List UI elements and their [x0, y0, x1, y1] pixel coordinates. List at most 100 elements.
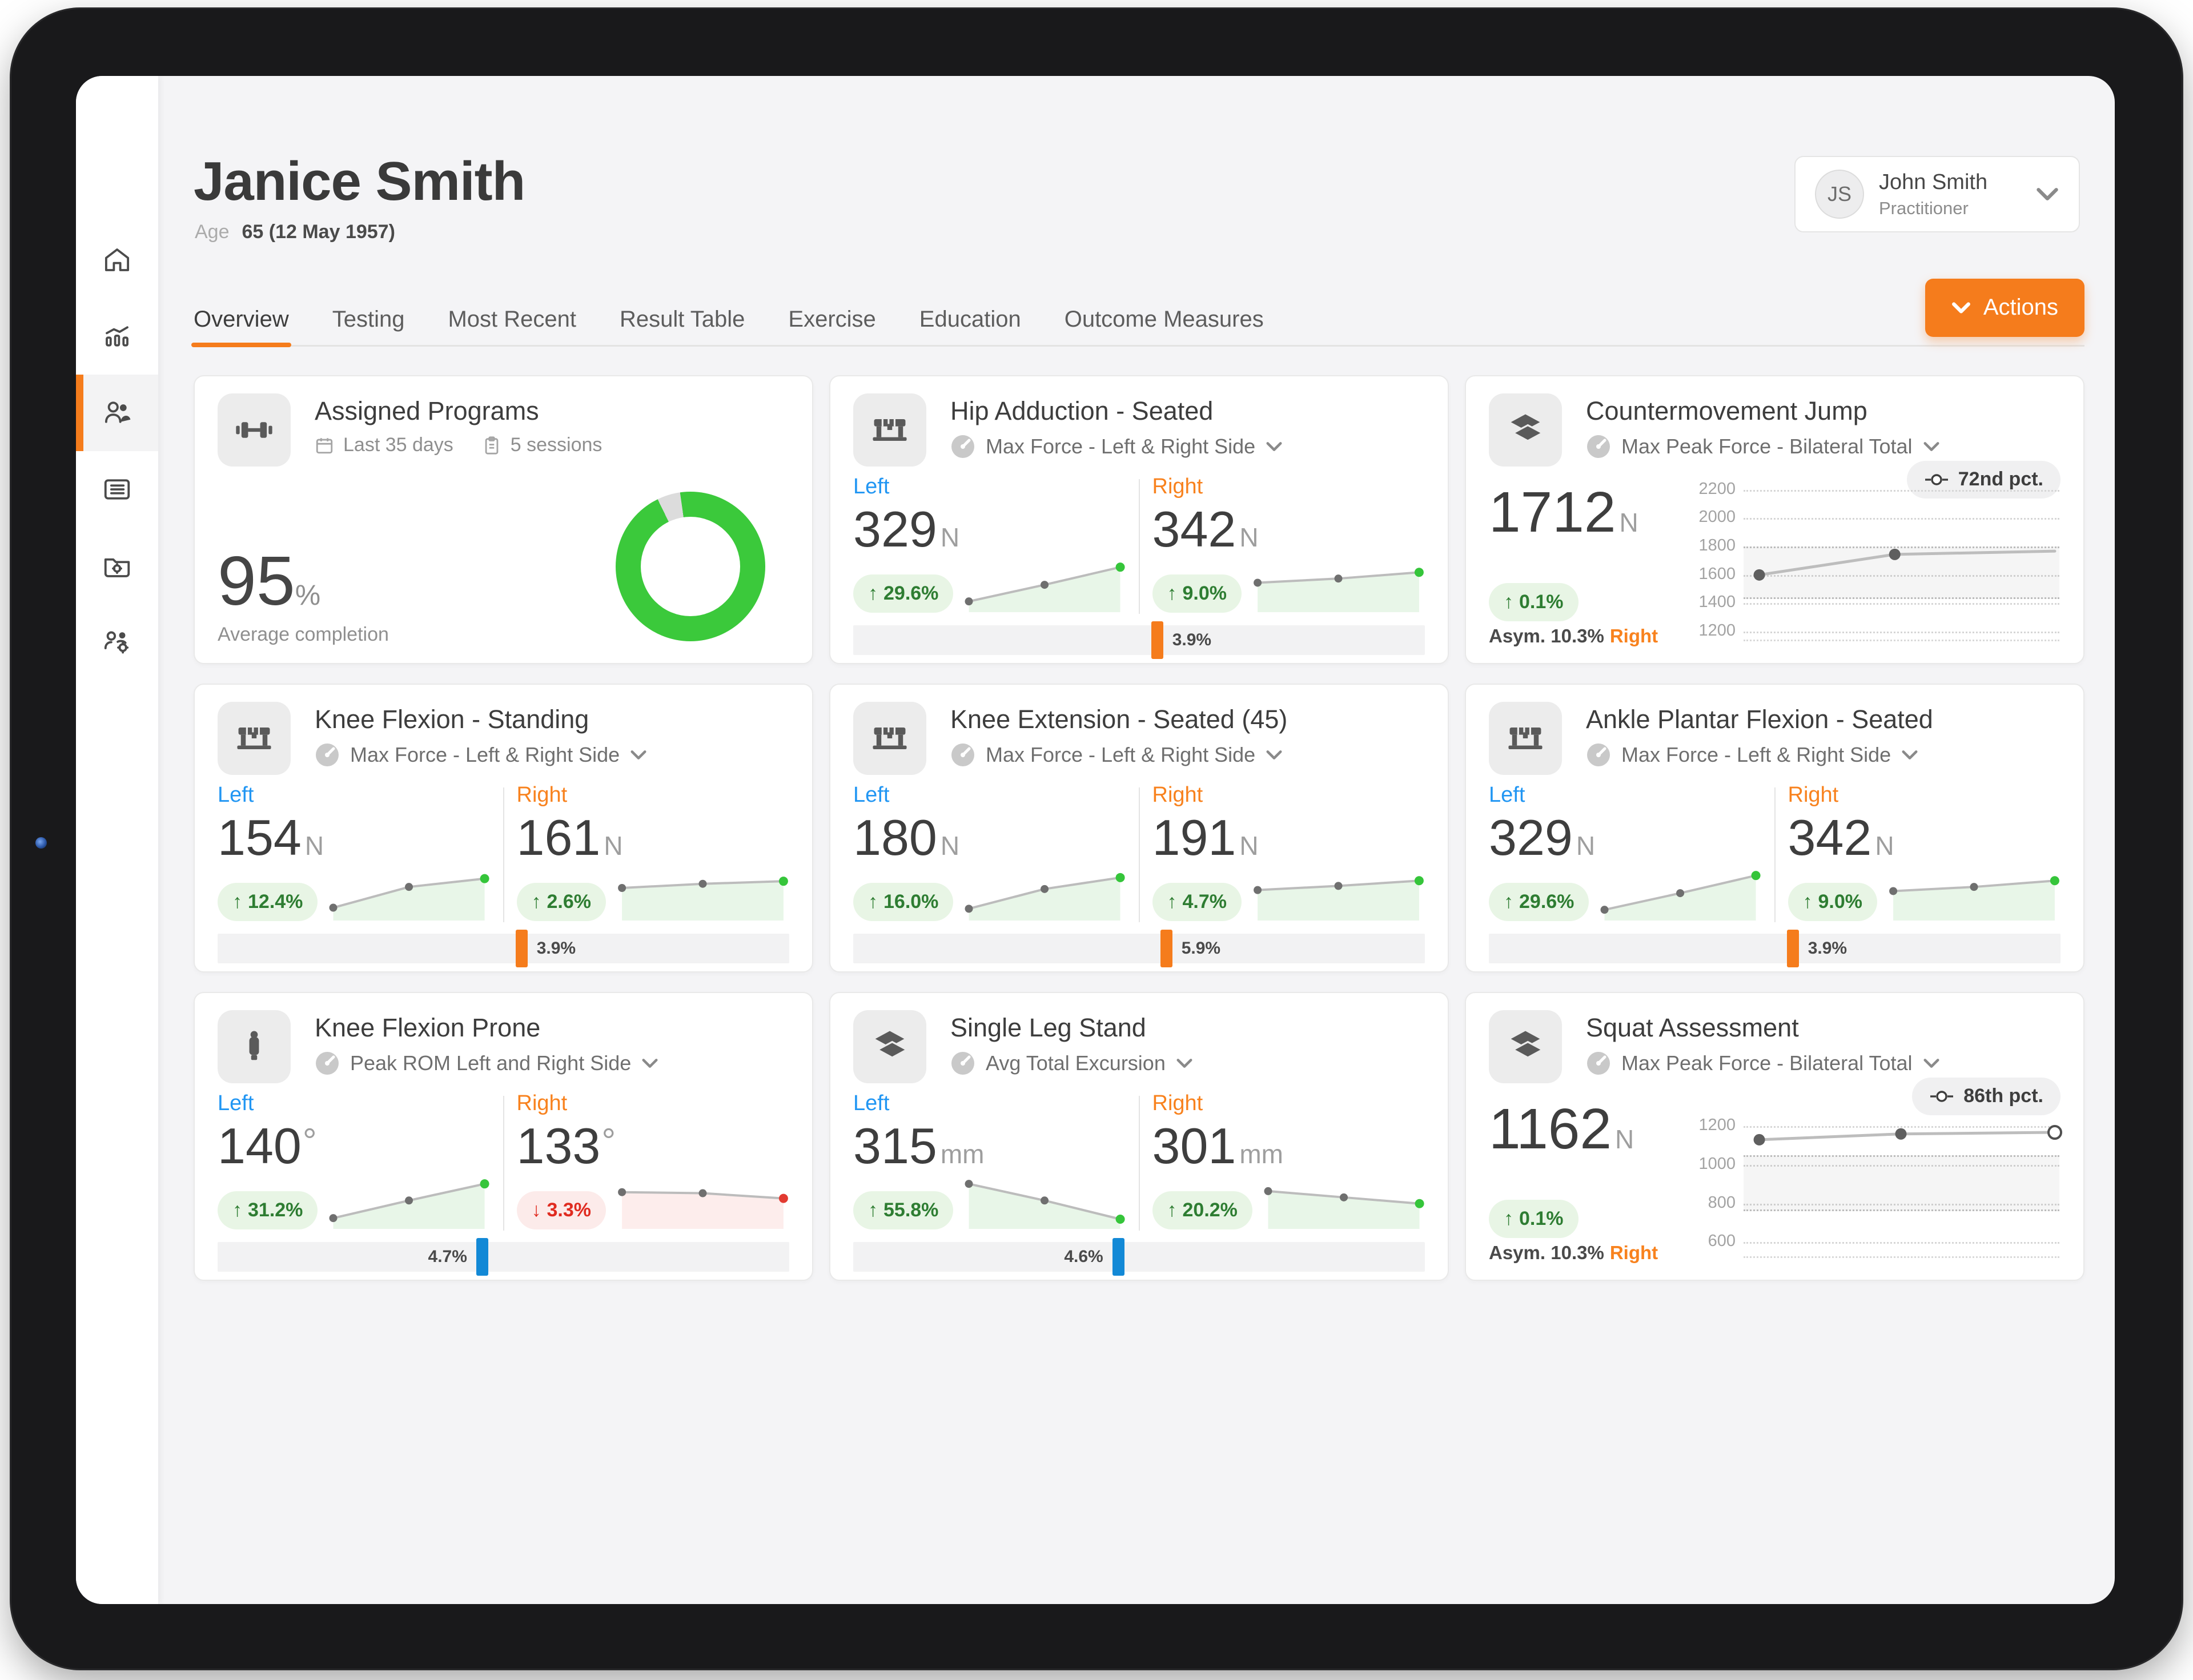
asymmetry-summary: Asym. 10.3%Right — [1489, 1242, 1658, 1264]
card-countermovement-jump: Countermovement Jump Max Peak Force - Bi… — [1465, 375, 2084, 664]
actions-button[interactable]: Actions — [1925, 279, 2084, 337]
chevron-down-icon — [1266, 749, 1283, 761]
right-sparkline — [616, 1173, 789, 1231]
right-value: 342N — [1152, 505, 1425, 553]
right-value: 191N — [1152, 814, 1425, 862]
right-trend-badge: ↑9.0% — [1152, 574, 1242, 613]
divider — [1139, 479, 1140, 614]
sidebar-item-programs[interactable] — [76, 528, 158, 604]
asymmetry-bar: 3.9% Asymmetry — [218, 934, 789, 972]
analytics-icon — [102, 321, 132, 352]
records-list-icon — [102, 474, 132, 505]
chevron-down-icon — [2035, 187, 2059, 202]
avatar: JS — [1815, 170, 1864, 219]
tab-education[interactable]: Education — [919, 307, 1021, 345]
card-title: Knee Extension - Seated (45) — [950, 705, 1425, 734]
asymmetry-bar: 4.6% Asymmetry — [853, 1242, 1425, 1281]
calendar-icon — [315, 436, 334, 455]
right-value: 342N — [1788, 814, 2061, 862]
left-value: 329N — [853, 505, 1126, 553]
left-sparkline — [963, 865, 1126, 922]
right-sparkline — [1252, 865, 1425, 922]
forceframe-icon — [218, 702, 291, 775]
metric-selector[interactable]: Avg Total Excursion — [950, 1051, 1425, 1076]
tab-exercise[interactable]: Exercise — [788, 307, 875, 345]
practitioner-selector[interactable]: JS John Smith Practitioner — [1794, 156, 2080, 232]
right-label: Right — [517, 1092, 790, 1114]
forceframe-icon — [853, 393, 926, 467]
forcedecks-icon — [1489, 393, 1562, 467]
card-title: Hip Adduction - Seated — [950, 397, 1425, 425]
metric-selector[interactable]: Max Peak Force - Bilateral Total — [1586, 434, 2061, 459]
trend-badge: ↑0.1% — [1489, 583, 1579, 621]
tab-outcome-measures[interactable]: Outcome Measures — [1065, 307, 1264, 345]
left-label: Left — [218, 784, 491, 806]
divider — [1774, 787, 1776, 922]
right-sparkline — [1263, 1173, 1425, 1231]
right-value: 301mm — [1152, 1122, 1425, 1170]
left-label: Left — [853, 784, 1126, 806]
tab-most-recent[interactable]: Most Recent — [448, 307, 576, 345]
right-trend-badge: ↑9.0% — [1788, 883, 1878, 921]
chevron-down-icon — [1923, 1058, 1940, 1069]
tab-overview[interactable]: Overview — [194, 307, 289, 345]
left-label: Left — [853, 476, 1126, 497]
patients-icon — [102, 397, 132, 428]
metric-selector[interactable]: Max Force - Left & Right Side — [315, 742, 789, 767]
left-label: Left — [1489, 784, 1762, 806]
card-title: Assigned Programs — [315, 397, 789, 425]
tab-testing[interactable]: Testing — [332, 307, 405, 345]
tablet-camera — [35, 837, 47, 849]
forcedecks-icon — [1489, 1010, 1562, 1083]
gauge-icon — [315, 1051, 340, 1076]
sidebar-item-records[interactable] — [76, 451, 158, 528]
chevron-down-icon — [1176, 1058, 1193, 1069]
left-trend-badge: ↑12.4% — [218, 883, 318, 921]
left-trend-badge: ↑29.6% — [1489, 883, 1589, 921]
metric-selector[interactable]: Max Force - Left & Right Side — [1586, 742, 2061, 767]
card-grid: Assigned Programs Last 35 days 5 session… — [194, 375, 2084, 1281]
total-value: 1162N — [1489, 1100, 1677, 1157]
sidebar-item-patients[interactable] — [76, 375, 158, 451]
card-squat-assessment: Squat Assessment Max Peak Force - Bilate… — [1465, 992, 2084, 1281]
trend-chart: 12001000800600 — [1694, 1095, 2062, 1264]
sidebar-item-admin[interactable] — [76, 604, 158, 681]
asymmetry-summary: Asym. 10.3%Right — [1489, 625, 1658, 647]
sidebar-item-analytics[interactable] — [76, 298, 158, 375]
card-ankle-plantar-flexion: Ankle Plantar Flexion - Seated Max Force… — [1465, 684, 2084, 972]
card-title: Ankle Plantar Flexion - Seated — [1586, 705, 2061, 734]
card-title: Single Leg Stand — [950, 1014, 1425, 1042]
right-label: Right — [517, 784, 790, 806]
card-title: Squat Assessment — [1586, 1014, 2061, 1042]
average-completion: 95% Average completion — [218, 546, 389, 648]
gauge-icon — [950, 742, 975, 767]
metric-selector[interactable]: Max Force - Left & Right Side — [950, 742, 1425, 767]
right-sparkline — [1887, 865, 2061, 922]
left-sparkline — [328, 1173, 490, 1231]
left-value: 329N — [1489, 814, 1762, 862]
chevron-down-icon — [641, 1058, 658, 1069]
left-sparkline — [963, 1173, 1126, 1231]
sidebar — [76, 76, 158, 1604]
divider — [503, 787, 504, 922]
total-value: 1712N — [1489, 484, 1677, 541]
gauge-icon — [1586, 742, 1611, 767]
metric-selector[interactable]: Max Peak Force - Bilateral Total — [1586, 1051, 2061, 1076]
divider — [1139, 1096, 1140, 1231]
metric-selector[interactable]: Max Force - Left & Right Side — [950, 434, 1425, 459]
sidebar-item-home[interactable] — [76, 222, 158, 298]
metric-selector[interactable]: Peak ROM Left and Right Side — [315, 1051, 789, 1076]
left-value: 140° — [218, 1122, 491, 1170]
clipboard-icon — [482, 436, 501, 455]
card-hip-adduction: Hip Adduction - Seated Max Force - Left … — [829, 375, 1449, 664]
tab-result-table[interactable]: Result Table — [620, 307, 745, 345]
home-icon — [102, 244, 132, 275]
card-knee-extension-seated: Knee Extension - Seated (45) Max Force -… — [829, 684, 1449, 972]
right-trend-badge: ↑2.6% — [517, 883, 607, 921]
right-value: 133° — [517, 1122, 790, 1170]
program-meta: Last 35 days 5 sessions — [315, 434, 789, 456]
card-title: Knee Flexion Prone — [315, 1014, 789, 1042]
right-trend-badge: ↓3.3% — [517, 1191, 607, 1229]
left-sparkline — [963, 557, 1126, 614]
practitioner-role: Practitioner — [1879, 198, 2035, 219]
